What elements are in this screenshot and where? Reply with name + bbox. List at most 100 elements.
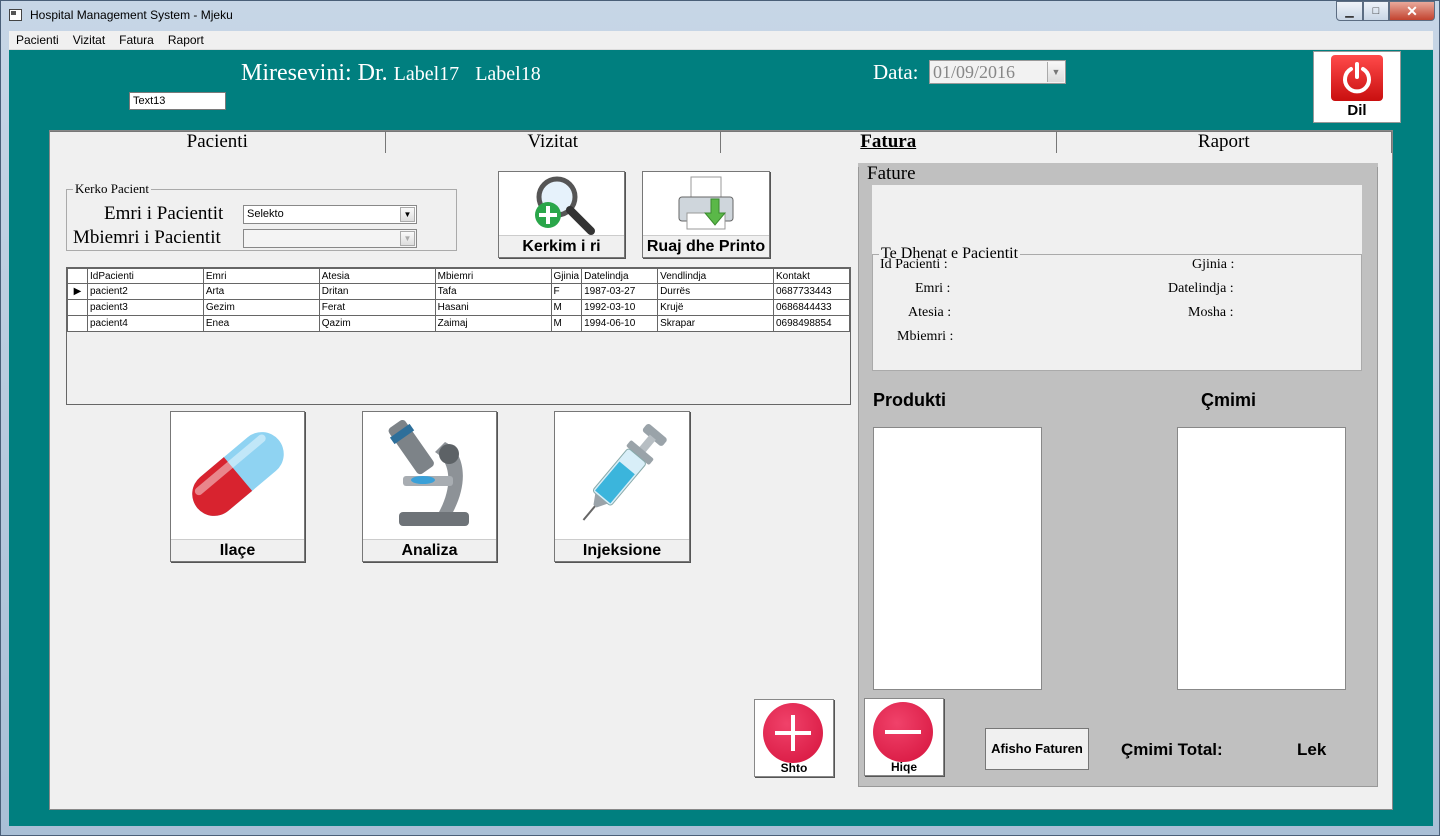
label17: Label17 (393, 63, 460, 85)
save-print-button[interactable]: Ruaj dhe Printo (642, 171, 770, 258)
product-column-title: Produkti (873, 390, 947, 410)
cell[interactable]: Gezim (202, 299, 320, 316)
chevron-down-icon[interactable]: ▼ (1047, 62, 1064, 82)
menu-bar: Pacienti Vizitat Fatura Raport (9, 31, 1433, 50)
first-name-value: Selekto (247, 208, 284, 220)
column-header[interactable]: Mbiemri (434, 268, 552, 284)
cell[interactable]: F (550, 283, 583, 300)
tab-raport[interactable]: Raport (1056, 131, 1392, 153)
medicines-label: Ilaçe (171, 539, 304, 561)
analysis-label: Analiza (363, 539, 496, 561)
logout-button[interactable]: Dil (1313, 51, 1401, 123)
current-row-arrow-icon: ▶ (67, 283, 88, 300)
cell[interactable]: Krujë (657, 299, 774, 316)
patient-birthdate-label: Datelindja : (1168, 281, 1234, 296)
app-icon (9, 9, 22, 21)
cell[interactable]: M (550, 299, 583, 316)
cell[interactable]: Enea (202, 315, 320, 332)
date-value: 01/09/2016 (933, 62, 1016, 82)
maximize-icon: □ (1372, 5, 1380, 17)
patient-id-label: Id Pacienti : (880, 257, 948, 272)
row-selector[interactable] (67, 315, 88, 332)
injections-button[interactable]: Injeksione (554, 411, 690, 562)
cell[interactable]: Hasani (434, 299, 552, 316)
remove-button[interactable]: Hiqe (864, 698, 944, 776)
menu-vizitat[interactable]: Vizitat (66, 33, 112, 47)
row-selector[interactable] (67, 299, 88, 316)
microscope-icon (388, 419, 469, 526)
cell[interactable]: Arta (202, 283, 320, 300)
logout-label: Dil (1347, 102, 1367, 119)
new-search-label: Kerkim i ri (499, 235, 624, 257)
maximize-button[interactable]: □ (1363, 1, 1389, 21)
cell[interactable]: 1994-06-10 (581, 315, 659, 332)
patients-table: IdPacienti Emri Atesia Mbiemri Gjinia Da… (67, 268, 851, 332)
column-header[interactable]: Gjinia (550, 268, 583, 284)
column-header[interactable]: Emri (202, 268, 320, 284)
cell[interactable]: 0687733443 (772, 283, 851, 300)
first-name-select[interactable]: Selekto ▼ (243, 205, 417, 224)
analysis-button[interactable]: Analiza (362, 411, 497, 562)
cell[interactable]: 0698498854 (772, 315, 851, 332)
cell[interactable]: Qazim (318, 315, 436, 332)
add-button[interactable]: Shto (754, 699, 834, 777)
last-name-label: Mbiemri i Pacientit (73, 227, 221, 248)
cell[interactable]: 0686844433 (772, 299, 851, 316)
products-list[interactable] (873, 427, 1042, 690)
patients-grid[interactable]: IdPacienti Emri Atesia Mbiemri Gjinia Da… (66, 267, 851, 405)
patient-surname-label: Mbiemri : (897, 329, 954, 344)
last-name-select[interactable]: ▼ (243, 229, 417, 248)
menu-raport[interactable]: Raport (161, 33, 211, 47)
cell[interactable]: Zaimaj (434, 315, 552, 332)
cell[interactable]: Dritan (318, 283, 436, 300)
chevron-down-icon[interactable]: ▼ (400, 207, 415, 222)
show-invoice-button[interactable]: Afisho Faturen (985, 728, 1089, 770)
close-icon: ✕ (1406, 2, 1418, 19)
first-name-label: Emri i Pacientit (104, 203, 224, 224)
total-price-label: Çmimi Total: (1121, 740, 1223, 759)
cell[interactable]: Ferat (318, 299, 436, 316)
column-header[interactable]: Datelindja (581, 268, 659, 284)
cell[interactable]: pacient3 (86, 299, 204, 316)
window-controls: ▁ □ ✕ (1336, 1, 1435, 21)
magnifier-add-icon (534, 176, 595, 235)
menu-pacienti[interactable]: Pacienti (9, 33, 66, 47)
table-row[interactable]: pacient3 Gezim Ferat Hasani M 1992-03-10… (67, 299, 851, 316)
cell[interactable]: Tafa (434, 283, 552, 300)
minus-icon (873, 702, 933, 762)
table-row[interactable]: ▶ pacient2 Arta Dritan Tafa F 1987-03-27… (67, 283, 851, 300)
injections-label: Injeksione (555, 539, 689, 561)
chevron-down-icon[interactable]: ▼ (400, 231, 415, 246)
cell[interactable]: 1992-03-10 (581, 299, 659, 316)
column-header[interactable]: Kontakt (772, 268, 851, 284)
cell[interactable]: pacient4 (86, 315, 204, 332)
table-row[interactable]: pacient4 Enea Qazim Zaimaj M 1994-06-10 … (67, 315, 851, 332)
new-search-button[interactable]: Kerkim i ri (498, 171, 625, 258)
minimize-button[interactable]: ▁ (1336, 1, 1363, 21)
date-picker[interactable]: 01/09/2016 ▼ (929, 60, 1066, 84)
cell[interactable]: pacient2 (86, 283, 204, 300)
close-button[interactable]: ✕ (1389, 1, 1435, 21)
prices-list[interactable] (1177, 427, 1346, 690)
app-window: Hospital Management System - Mjeku ▁ □ ✕… (0, 0, 1440, 836)
column-header[interactable]: Vendlindja (657, 268, 774, 284)
tab-vizitat[interactable]: Vizitat (385, 131, 721, 153)
cell[interactable]: 1987-03-27 (581, 283, 659, 300)
tab-pacienti[interactable]: Pacienti (50, 131, 386, 153)
cell[interactable]: M (550, 315, 583, 332)
price-column-title: Çmimi (1201, 390, 1257, 410)
patient-gender-label: Gjinia : (1192, 257, 1235, 272)
text13-field[interactable]: Text13 (129, 92, 226, 110)
cell[interactable]: Skrapar (657, 315, 774, 332)
tab-fatura[interactable]: Fatura (721, 131, 1057, 153)
label18: Label18 (475, 63, 541, 85)
medicines-button[interactable]: Ilaçe (170, 411, 305, 562)
menu-fatura[interactable]: Fatura (112, 33, 161, 47)
cell[interactable]: Durrës (657, 283, 774, 300)
table-header-row: IdPacienti Emri Atesia Mbiemri Gjinia Da… (67, 268, 851, 284)
title-bar[interactable]: Hospital Management System - Mjeku ▁ □ ✕ (1, 1, 1440, 31)
column-header[interactable]: IdPacienti (86, 268, 204, 284)
invoice-panel: Fature Te Dhenat e Pacientit Id Pacienti… (858, 163, 1378, 787)
syringe-icon (582, 423, 667, 521)
column-header[interactable]: Atesia (318, 268, 436, 284)
